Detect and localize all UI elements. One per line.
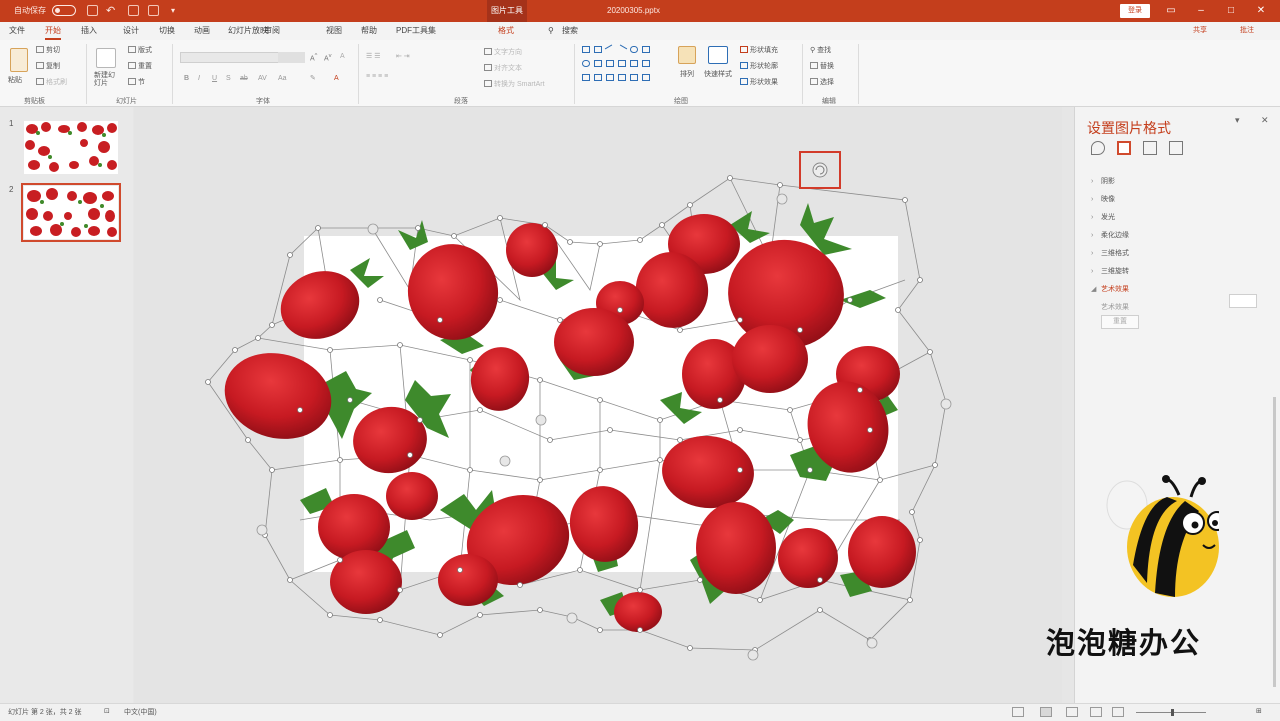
section-glow[interactable]: › 发光 (1091, 212, 1115, 222)
expand-icon: › (1091, 232, 1094, 239)
section-reflection[interactable]: › 映像 (1091, 194, 1115, 204)
section-label: 艺术效果 (1101, 286, 1129, 293)
section-shadow[interactable]: › 阴影 (1091, 176, 1115, 186)
pane-scrollbar[interactable] (1273, 397, 1276, 687)
fit-slide-icon[interactable]: ⊞ (1256, 707, 1262, 715)
reading-view-icon[interactable] (1090, 707, 1102, 717)
pane-close-icon[interactable]: ✕ (1261, 115, 1269, 126)
rotate-handle-icon[interactable] (812, 162, 828, 178)
section-label: 阴影 (1101, 178, 1115, 185)
section-label: 柔化边缘 (1101, 232, 1129, 239)
language-status[interactable]: 中文(中国) (124, 707, 157, 717)
expand-icon: › (1091, 250, 1094, 257)
expand-icon: › (1091, 178, 1094, 185)
expand-icon: › (1091, 214, 1094, 221)
format-picture-pane: 设置图片格式 ▾ ✕ › 阴影 › 映像 › 发光 › 柔化边缘 › 三维格式 › 三维旋转… (1074, 107, 1280, 703)
section-label: 发光 (1101, 214, 1115, 221)
slide-sorter-icon[interactable] (1066, 707, 1078, 717)
artistic-effect-label: 艺术效果 (1101, 304, 1129, 311)
section-label: 三维旋转 (1101, 268, 1129, 275)
picture-icon[interactable] (1169, 141, 1183, 155)
section-3d-rotation[interactable]: › 三维旋转 (1091, 266, 1129, 276)
expand-icon: › (1091, 196, 1094, 203)
fill-line-icon[interactable] (1091, 141, 1105, 155)
section-artistic-effects[interactable]: ◢ 艺术效果 (1091, 284, 1129, 294)
notes-icon[interactable] (1012, 707, 1024, 717)
slideshow-view-icon[interactable] (1112, 707, 1124, 717)
reset-button[interactable]: 重置 (1101, 315, 1139, 329)
section-label: 映像 (1101, 196, 1115, 203)
effects-icon[interactable] (1117, 141, 1131, 155)
slide-count-status: 幻灯片 第 2 张，共 2 张 (8, 709, 82, 716)
spell-check-icon[interactable]: ⊡ (104, 707, 110, 715)
collapse-icon: ◢ (1091, 286, 1097, 293)
status-bar: 幻灯片 第 2 张，共 2 张 ⊡ 中文(中国) ⊞ (0, 703, 1280, 721)
section-3d-format[interactable]: › 三维格式 (1091, 248, 1129, 258)
bee-mascot-logo (1106, 475, 1219, 597)
size-properties-icon[interactable] (1143, 141, 1157, 155)
pane-title: 设置图片格式 (1087, 120, 1171, 136)
section-label: 三维格式 (1101, 250, 1129, 257)
expand-icon: › (1091, 268, 1094, 275)
zoom-slider-thumb[interactable] (1171, 709, 1174, 716)
pane-options-icon[interactable]: ▾ (1235, 115, 1240, 126)
section-soft-edges[interactable]: › 柔化边缘 (1091, 230, 1129, 240)
normal-view-icon[interactable] (1040, 707, 1052, 717)
artistic-effect-dropdown[interactable] (1229, 294, 1257, 308)
watermark-text: 泡泡糖办公 (1046, 628, 1202, 660)
